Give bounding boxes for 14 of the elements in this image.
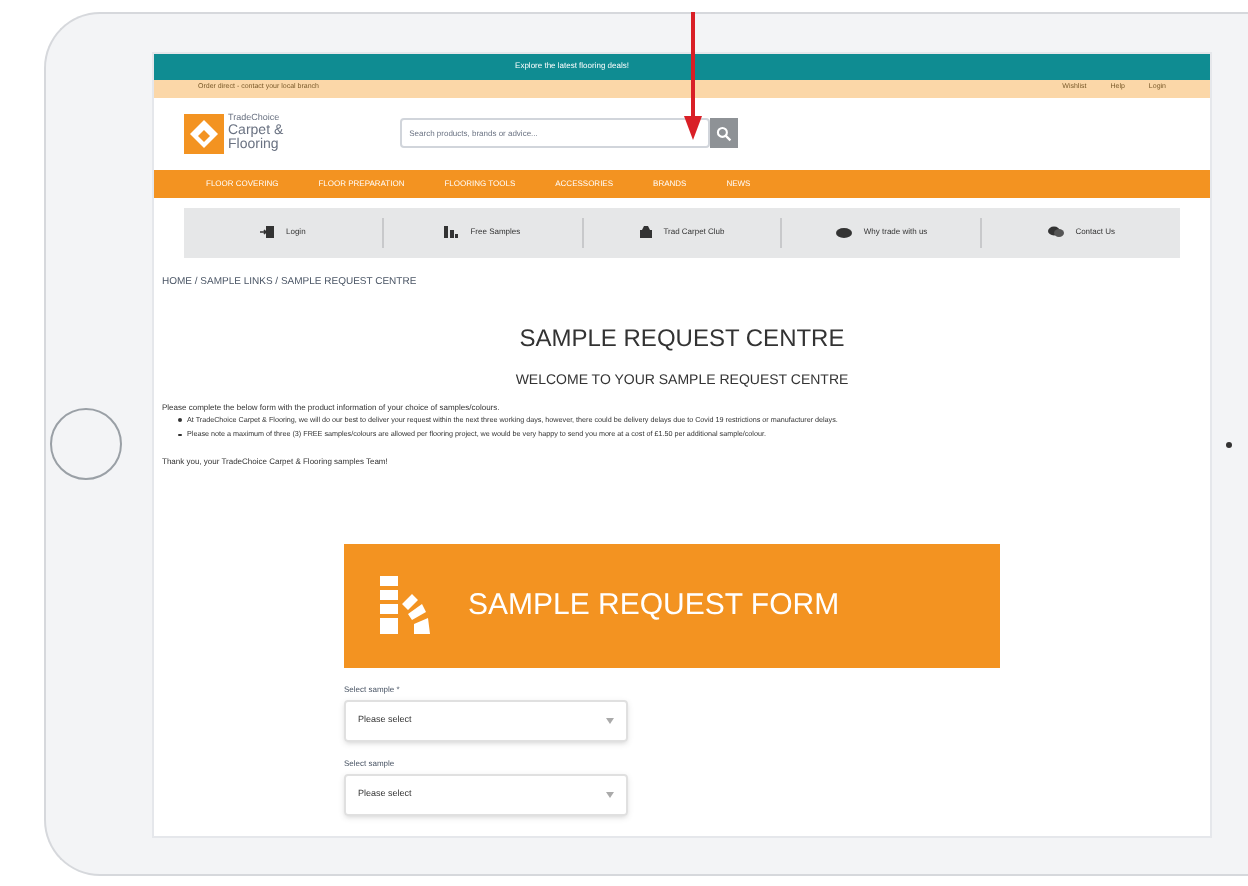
annotation-arrow — [684, 12, 702, 140]
swatch-icon — [444, 226, 459, 238]
search-icon — [715, 125, 732, 141]
caret-icon — [606, 792, 614, 799]
shop-icon — [639, 226, 652, 238]
caret-icon — [606, 718, 614, 725]
logo-icon — [184, 113, 224, 153]
page-title: SAMPLE REQUEST CENTRE — [517, 322, 847, 356]
form-banner: SAMPLE REQUEST FORM — [344, 544, 1000, 669]
chat-icon — [1047, 226, 1064, 238]
search-button[interactable] — [709, 118, 738, 148]
door-icon — [260, 226, 274, 238]
home-button[interactable] — [50, 408, 122, 480]
swatch-fan-icon — [380, 576, 432, 637]
